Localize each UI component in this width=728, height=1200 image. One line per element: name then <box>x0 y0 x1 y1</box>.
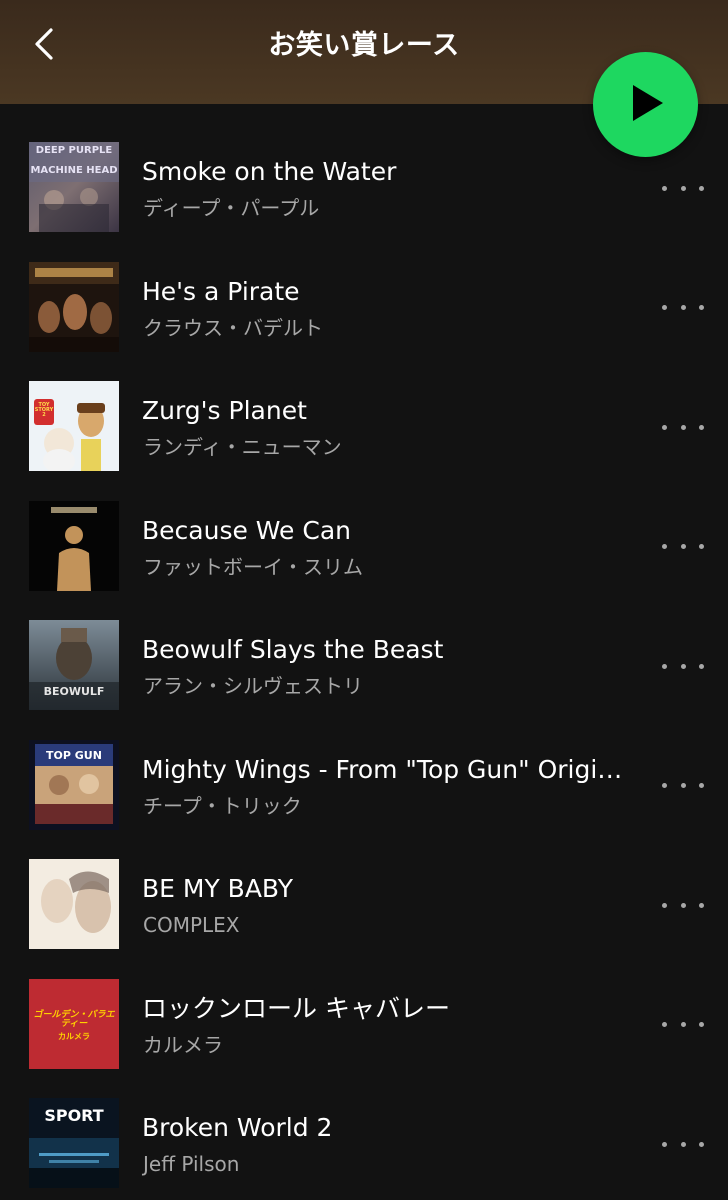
album-art: BEOWULF <box>29 620 119 710</box>
track-row[interactable]: TOP GUN Mighty Wings - From "Top Gun" Or… <box>0 722 728 842</box>
more-options-button[interactable] <box>662 654 704 678</box>
track-list: DEEP PURPLE MACHINE HEAD Smoke on the Wa… <box>0 124 728 1200</box>
track-title: Zurg's Planet <box>142 396 307 425</box>
more-options-button[interactable] <box>662 415 704 439</box>
album-art: DEEP PURPLE MACHINE HEAD <box>29 142 119 232</box>
ellipsis-icon <box>662 1141 667 1147</box>
ellipsis-icon <box>662 544 667 549</box>
track-artist: COMPLEX <box>143 913 240 937</box>
more-options-button[interactable] <box>662 1132 704 1156</box>
ellipsis-icon <box>662 902 667 908</box>
track-artist: ファットボーイ・スリム <box>143 554 363 579</box>
album-art: TOP GUN <box>29 739 119 830</box>
track-row[interactable]: BEOWULF Beowulf Slays the Beast アラン・シルヴェ… <box>0 602 728 722</box>
more-options-button[interactable] <box>662 176 704 200</box>
track-title: BE MY BABY <box>142 874 293 903</box>
album-art-text: BEOWULF <box>43 685 105 698</box>
track-title: Because We Can <box>142 515 351 545</box>
album-art <box>29 500 119 591</box>
album-art-text: ゴールデン・バラエティー <box>33 1009 115 1029</box>
track-artist: Jeff Pilson <box>143 1152 240 1176</box>
more-options-button[interactable] <box>662 893 704 917</box>
album-art <box>29 261 119 352</box>
track-title: ロックンロール キャバレー <box>142 993 450 1023</box>
track-row[interactable]: Because We Can ファットボーイ・スリム <box>0 483 728 603</box>
track-artist: カルメラ <box>143 1032 223 1057</box>
track-title: Smoke on the Water <box>142 157 397 186</box>
more-options-button[interactable] <box>662 774 704 798</box>
ellipsis-icon <box>662 185 667 191</box>
album-art-text: DEEP PURPLE <box>35 145 113 156</box>
track-artist: アラン・シルヴェストリ <box>143 674 363 698</box>
track-title: He's a Pirate <box>142 276 300 306</box>
album-art-text: MACHINE HEAD <box>30 165 118 176</box>
album-art-text: TOY STORY 2 <box>34 402 54 418</box>
track-title: Beowulf Slays the Beast <box>142 635 444 664</box>
album-art: TOY STORY 2 <box>29 381 119 471</box>
track-title: Broken World 2 <box>142 1113 333 1142</box>
ellipsis-icon <box>662 1022 667 1027</box>
track-row[interactable]: SPORT Broken World 2 Jeff Pilson <box>0 1080 728 1200</box>
play-button[interactable] <box>593 52 698 157</box>
track-row[interactable]: TOY STORY 2 Zurg's Planet ランディ・ニューマン <box>0 363 728 483</box>
album-art: SPORT <box>29 1098 119 1188</box>
more-options-button[interactable] <box>662 296 704 320</box>
more-options-button[interactable] <box>662 1013 704 1037</box>
more-options-button[interactable] <box>662 535 704 559</box>
ellipsis-icon <box>662 663 667 669</box>
ellipsis-icon <box>662 305 667 310</box>
ellipsis-icon <box>662 424 667 430</box>
play-icon <box>627 83 665 127</box>
album-art-text: SPORT <box>44 1106 104 1125</box>
ellipsis-icon <box>662 783 667 788</box>
album-art <box>29 859 119 949</box>
track-row[interactable]: BE MY BABY COMPLEX <box>0 841 728 961</box>
album-art-text: カルメラ <box>58 1031 90 1041</box>
track-artist: ディープ・パープル <box>143 196 320 220</box>
track-artist: クラウス・バデルト <box>143 315 323 340</box>
track-row[interactable]: ゴールデン・バラエティー カルメラ ロックンロール キャバレー カルメラ <box>0 961 728 1081</box>
track-row[interactable]: He's a Pirate クラウス・バデルト <box>0 244 728 364</box>
track-artist: チープ・トリック <box>143 793 302 818</box>
track-artist: ランディ・ニューマン <box>143 435 342 459</box>
album-art: ゴールデン・バラエティー カルメラ <box>29 978 119 1069</box>
album-art-text: TOP GUN <box>46 748 102 762</box>
track-title: Mighty Wings - From "Top Gun" Original M… <box>142 754 637 784</box>
